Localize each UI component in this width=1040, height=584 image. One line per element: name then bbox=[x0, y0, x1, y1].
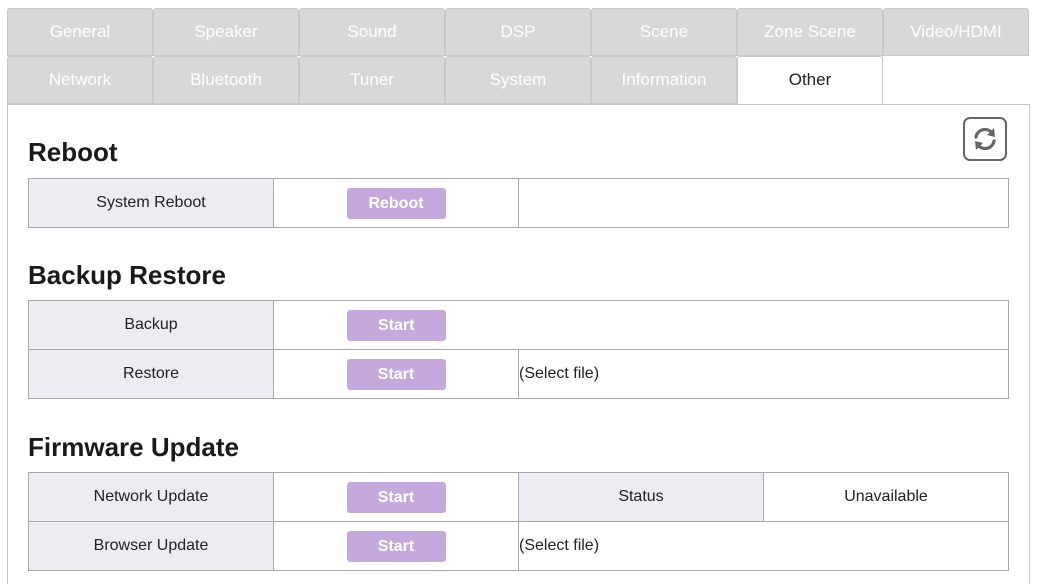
browser-file-select[interactable]: (Select file) bbox=[518, 521, 1009, 571]
reboot-section-title: Reboot bbox=[28, 137, 118, 167]
network-update-start-button[interactable]: Start bbox=[346, 481, 446, 513]
tab-network[interactable]: Network bbox=[7, 56, 153, 104]
tab-system[interactable]: System bbox=[445, 56, 591, 104]
tab-row-1: General Speaker Sound DSP Scene Zone Sce… bbox=[7, 8, 1029, 56]
tab-scene[interactable]: Scene bbox=[591, 8, 737, 56]
network-update-label: Network Update bbox=[28, 472, 274, 522]
tab-general[interactable]: General bbox=[7, 8, 153, 56]
refresh-button[interactable] bbox=[963, 117, 1007, 161]
system-reboot-label: System Reboot bbox=[28, 178, 274, 228]
reboot-table: System Reboot Reboot bbox=[28, 178, 1009, 228]
restore-start-button[interactable]: Start bbox=[346, 358, 446, 390]
refresh-icon bbox=[974, 127, 996, 151]
restore-label: Restore bbox=[28, 349, 274, 399]
table-row: Restore Start (Select file) bbox=[28, 349, 1009, 399]
tab-tuner[interactable]: Tuner bbox=[299, 56, 445, 104]
tab-row-2: Network Bluetooth Tuner System Informati… bbox=[7, 56, 883, 104]
firmware-table: Network Update Start Status Unavailable … bbox=[28, 472, 1009, 571]
tab-dsp[interactable]: DSP bbox=[445, 8, 591, 56]
tab-information[interactable]: Information bbox=[591, 56, 737, 104]
table-row: Browser Update Start (Select file) bbox=[28, 521, 1009, 571]
tab-video-hdmi[interactable]: Video/HDMI bbox=[883, 8, 1029, 56]
tab-sound[interactable]: Sound bbox=[299, 8, 445, 56]
backup-start-button[interactable]: Start bbox=[346, 309, 446, 341]
browser-update-label: Browser Update bbox=[28, 521, 274, 571]
status-value: Unavailable bbox=[763, 472, 1009, 522]
restore-file-select[interactable]: (Select file) bbox=[518, 349, 1009, 399]
browser-update-start-button[interactable]: Start bbox=[346, 530, 446, 562]
tab-zone-scene[interactable]: Zone Scene bbox=[737, 8, 883, 56]
table-row: System Reboot Reboot bbox=[28, 178, 1009, 228]
table-row: Backup Start bbox=[28, 300, 1009, 350]
tab-other[interactable]: Other bbox=[737, 56, 883, 104]
status-label: Status bbox=[518, 472, 764, 522]
backup-restore-section-title: Backup Restore bbox=[28, 260, 226, 290]
table-row: Network Update Start Status Unavailable bbox=[28, 472, 1009, 522]
backup-restore-table: Backup Start Restore Start (Select file) bbox=[28, 300, 1009, 399]
tab-speaker[interactable]: Speaker bbox=[153, 8, 299, 56]
reboot-button[interactable]: Reboot bbox=[346, 187, 446, 219]
firmware-section-title: Firmware Update bbox=[28, 432, 239, 462]
tab-bluetooth[interactable]: Bluetooth bbox=[153, 56, 299, 104]
backup-label: Backup bbox=[28, 300, 274, 350]
